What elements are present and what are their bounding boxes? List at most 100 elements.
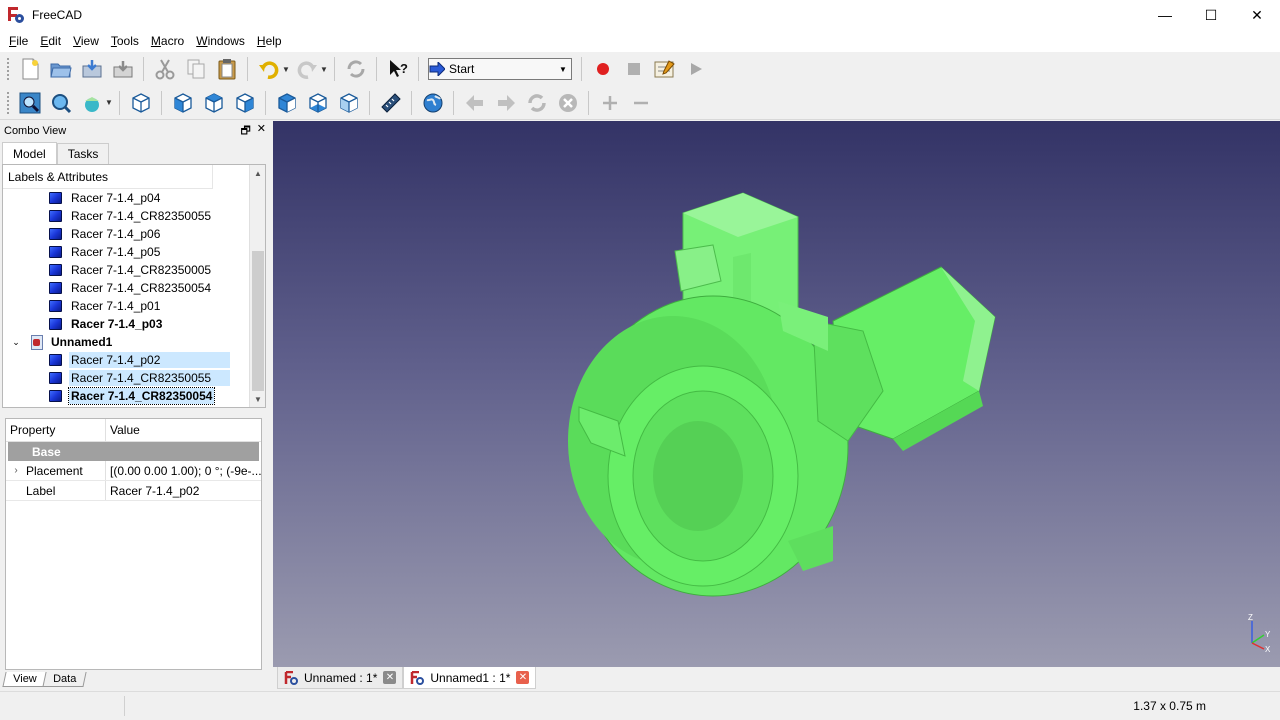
tab-label: Unnamed : 1* [304,670,378,685]
part-cube-icon [49,246,62,258]
menu-file[interactable]: File [3,34,34,48]
view-right-button[interactable] [231,89,259,117]
whats-this-button[interactable]: ? [384,55,412,83]
stop-loading-button[interactable] [554,89,582,117]
view-front-button[interactable] [169,89,197,117]
tab-data[interactable]: Data [42,672,87,687]
forward-button[interactable] [492,89,520,117]
tree-item[interactable]: Racer 7-1.4_p02 [3,351,249,369]
value-column-header[interactable]: Value [106,419,140,441]
web-browser-button[interactable] [419,89,447,117]
macro-record-button[interactable] [589,55,617,83]
tree-item[interactable]: Racer 7-1.4_CR82350054 [3,279,249,297]
macro-execute-button[interactable] [682,55,710,83]
draw-style-button[interactable] [78,89,106,117]
view-top-button[interactable] [200,89,228,117]
left-view-cube-icon [339,92,358,113]
axis-cross-icon: Z Y X [1248,613,1271,653]
reload-button[interactable] [523,89,551,117]
property-value[interactable]: [(0.00 0.00 1.00); 0 °; (-9e-... [106,464,261,478]
menu-macro[interactable]: Macro [145,34,190,48]
combo-view-header: Combo View 🗗 ✕ [0,121,270,141]
property-column-header[interactable]: Property [6,419,106,441]
document-icon [29,335,43,350]
toolbar-grip[interactable] [6,90,10,115]
stop-icon [627,63,640,75]
menu-tools[interactable]: Tools [105,34,145,48]
paste-button[interactable] [213,55,241,83]
rear-view-cube-icon [277,92,296,113]
scissors-icon [155,59,174,80]
workbench-selector[interactable]: Start ▼ [428,58,572,80]
view-toolbar: ▼ [0,86,1280,120]
measure-distance-button[interactable] [377,89,405,117]
new-document-button[interactable] [16,55,44,83]
minimize-button[interactable]: — [1142,0,1188,30]
tree-column-header[interactable]: Labels & Attributes [3,165,213,189]
whats-this-icon: ? [389,60,408,77]
undo-button[interactable] [255,55,283,83]
fit-selection-button[interactable] [47,89,75,117]
tree-item[interactable]: Racer 7-1.4_p04 [3,189,249,207]
tree-item[interactable]: Racer 7-1.4_CR82350055 [3,207,249,225]
tree-item[interactable]: Racer 7-1.4_p05 [3,243,249,261]
tab-tasks[interactable]: Tasks [56,143,110,164]
cut-button[interactable] [151,55,179,83]
tree-item[interactable]: Racer 7-1.4_CR82350055 [3,369,249,387]
globe-icon [423,93,442,112]
tree-scrollbar[interactable]: ▲ ▼ [249,165,265,407]
tab-view[interactable]: View [2,672,48,687]
float-panel-icon[interactable]: 🗗 [240,122,250,141]
property-value[interactable]: Racer 7-1.4_p02 [106,484,261,498]
scroll-up-icon[interactable]: ▲ [250,165,265,181]
macro-edit-button[interactable] [651,55,679,83]
macro-stop-button[interactable] [620,55,648,83]
view-bottom-button[interactable] [304,89,332,117]
zoom-in-button[interactable] [596,89,624,117]
close-tab-icon[interactable]: ✕ [516,671,530,684]
draw-style-dropdown-icon[interactable]: ▼ [104,89,114,117]
menu-help[interactable]: Help [251,34,288,48]
document-tab-unnamed1[interactable]: Unnamed1 : 1* ✕ [403,667,537,689]
property-row-placement[interactable]: › Placement [(0.00 0.00 1.00); 0 °; (-9e… [6,461,261,481]
open-button[interactable] [47,55,75,83]
document-tab-unnamed[interactable]: Unnamed : 1* ✕ [277,667,404,689]
property-name: Label [26,481,106,500]
redo-dropdown-icon[interactable]: ▼ [319,55,329,83]
view-left-button[interactable] [335,89,363,117]
copy-button[interactable] [182,55,210,83]
fit-all-button[interactable] [16,89,44,117]
menu-view[interactable]: View [67,34,105,48]
scrollbar-thumb[interactable] [252,251,264,391]
property-row-label[interactable]: Label Racer 7-1.4_p02 [6,481,261,501]
undo-dropdown-icon[interactable]: ▼ [281,55,291,83]
save-button[interactable] [78,55,106,83]
tree-item[interactable]: Racer 7-1.4_p03 [3,315,249,333]
tree-document-node[interactable]: ⌄ Unnamed1 [3,333,249,351]
collapse-arrow-icon[interactable]: ⌄ [9,337,23,348]
back-button[interactable] [461,89,489,117]
copy-icon [187,59,204,79]
close-tab-icon[interactable]: ✕ [383,671,397,684]
redo-button[interactable] [293,55,321,83]
view-rear-button[interactable] [273,89,301,117]
tree-item[interactable]: Racer 7-1.4_CR82350054 [3,387,249,405]
view-isometric-button[interactable] [127,89,155,117]
zoom-out-button[interactable] [627,89,655,117]
tree-item[interactable]: Racer 7-1.4_p01 [3,297,249,315]
tab-model[interactable]: Model [2,142,57,164]
save-as-button[interactable] [109,55,137,83]
close-panel-icon[interactable]: ✕ [257,122,266,141]
tree-item[interactable]: Racer 7-1.4_CR82350005 [3,261,249,279]
refresh-button[interactable] [342,55,370,83]
menu-edit[interactable]: Edit [34,34,67,48]
3d-viewport[interactable]: Z Y X [273,121,1280,667]
scroll-down-icon[interactable]: ▼ [250,391,265,407]
fit-selection-icon [51,93,71,113]
toolbar-grip[interactable] [6,57,10,81]
expand-arrow-icon[interactable]: › [6,465,26,476]
maximize-button[interactable]: ☐ [1188,0,1234,30]
tree-item[interactable]: Racer 7-1.4_p06 [3,225,249,243]
menu-windows[interactable]: Windows [190,34,251,48]
close-window-button[interactable]: ✕ [1234,0,1280,30]
